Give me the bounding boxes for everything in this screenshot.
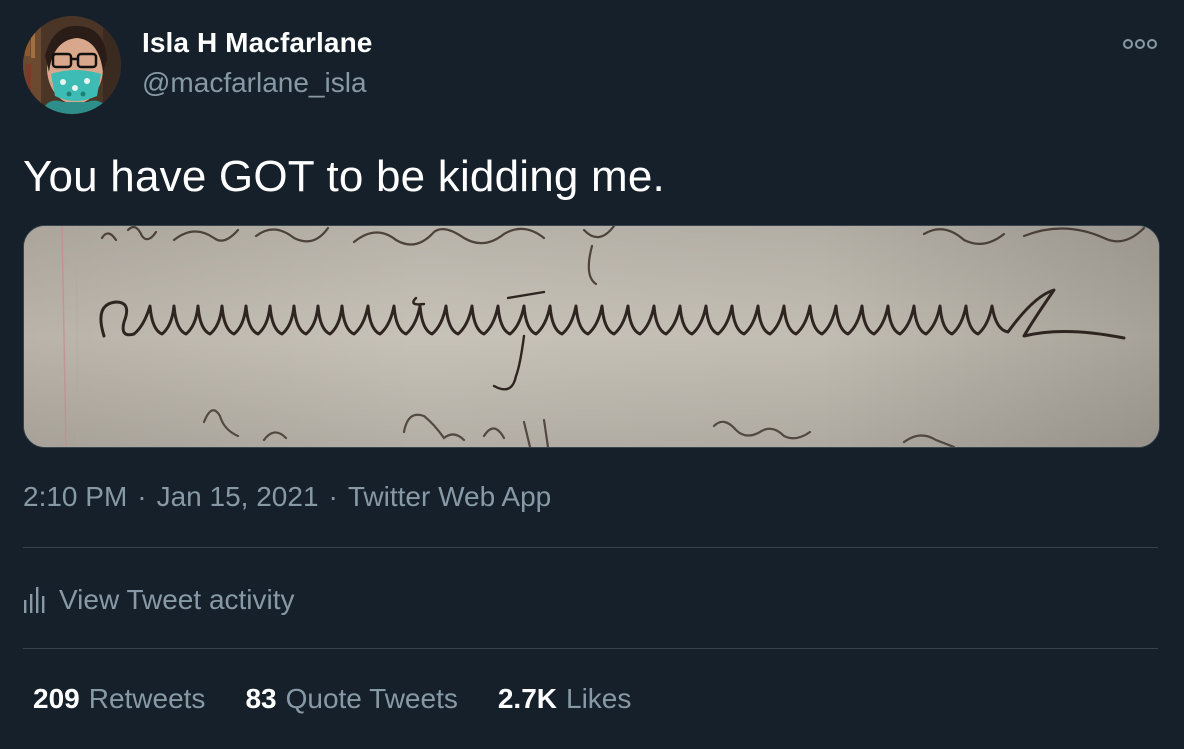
divider-bottom [23, 648, 1158, 649]
tweet-text: You have GOT to be kidding me. [23, 152, 665, 201]
author-name[interactable]: Isla H Macfarlane [142, 27, 372, 59]
tweet-date[interactable]: Jan 15, 2021 [157, 481, 319, 512]
view-tweet-activity-label: View Tweet activity [59, 584, 295, 615]
divider-top [23, 547, 1158, 548]
retweets-label: Retweets [88, 683, 206, 714]
meta-separator: · [137, 481, 147, 512]
likes-label: Likes [566, 683, 632, 714]
avatar[interactable] [23, 16, 121, 114]
quote-tweets-label: Quote Tweets [285, 683, 458, 714]
tweet-media-image[interactable] [23, 225, 1160, 448]
retweets-count: 209 [33, 683, 80, 714]
handwriting-photo [24, 226, 1159, 447]
tweet-metadata: 2:10 PM · Jan 15, 2021 · Twitter Web App [23, 481, 551, 513]
avatar-image [23, 16, 121, 114]
view-tweet-activity-link[interactable]: View Tweet activity [23, 580, 295, 620]
author-handle[interactable]: @macfarlane_isla [142, 67, 367, 99]
tweet-source-app[interactable]: Twitter Web App [348, 481, 551, 512]
likes-stat[interactable]: 2.7K Likes [498, 683, 632, 715]
tweet-time[interactable]: 2:10 PM [23, 481, 127, 512]
tweet-detail: Isla H Macfarlane @macfarlane_isla You h… [0, 0, 1184, 749]
retweets-stat[interactable]: 209 Retweets [33, 683, 205, 715]
quote-tweets-count: 83 [245, 683, 277, 714]
likes-count: 2.7K [497, 683, 558, 714]
tweet-stats: 209 Retweets 83 Quote Tweets 2.7K Likes [33, 683, 671, 715]
meta-separator-2: · [328, 481, 338, 512]
quote-tweets-stat[interactable]: 83 Quote Tweets [245, 683, 457, 715]
bar-chart-icon [24, 587, 45, 613]
more-horizontal-icon [1123, 39, 1157, 49]
more-options-button[interactable] [1118, 30, 1162, 58]
